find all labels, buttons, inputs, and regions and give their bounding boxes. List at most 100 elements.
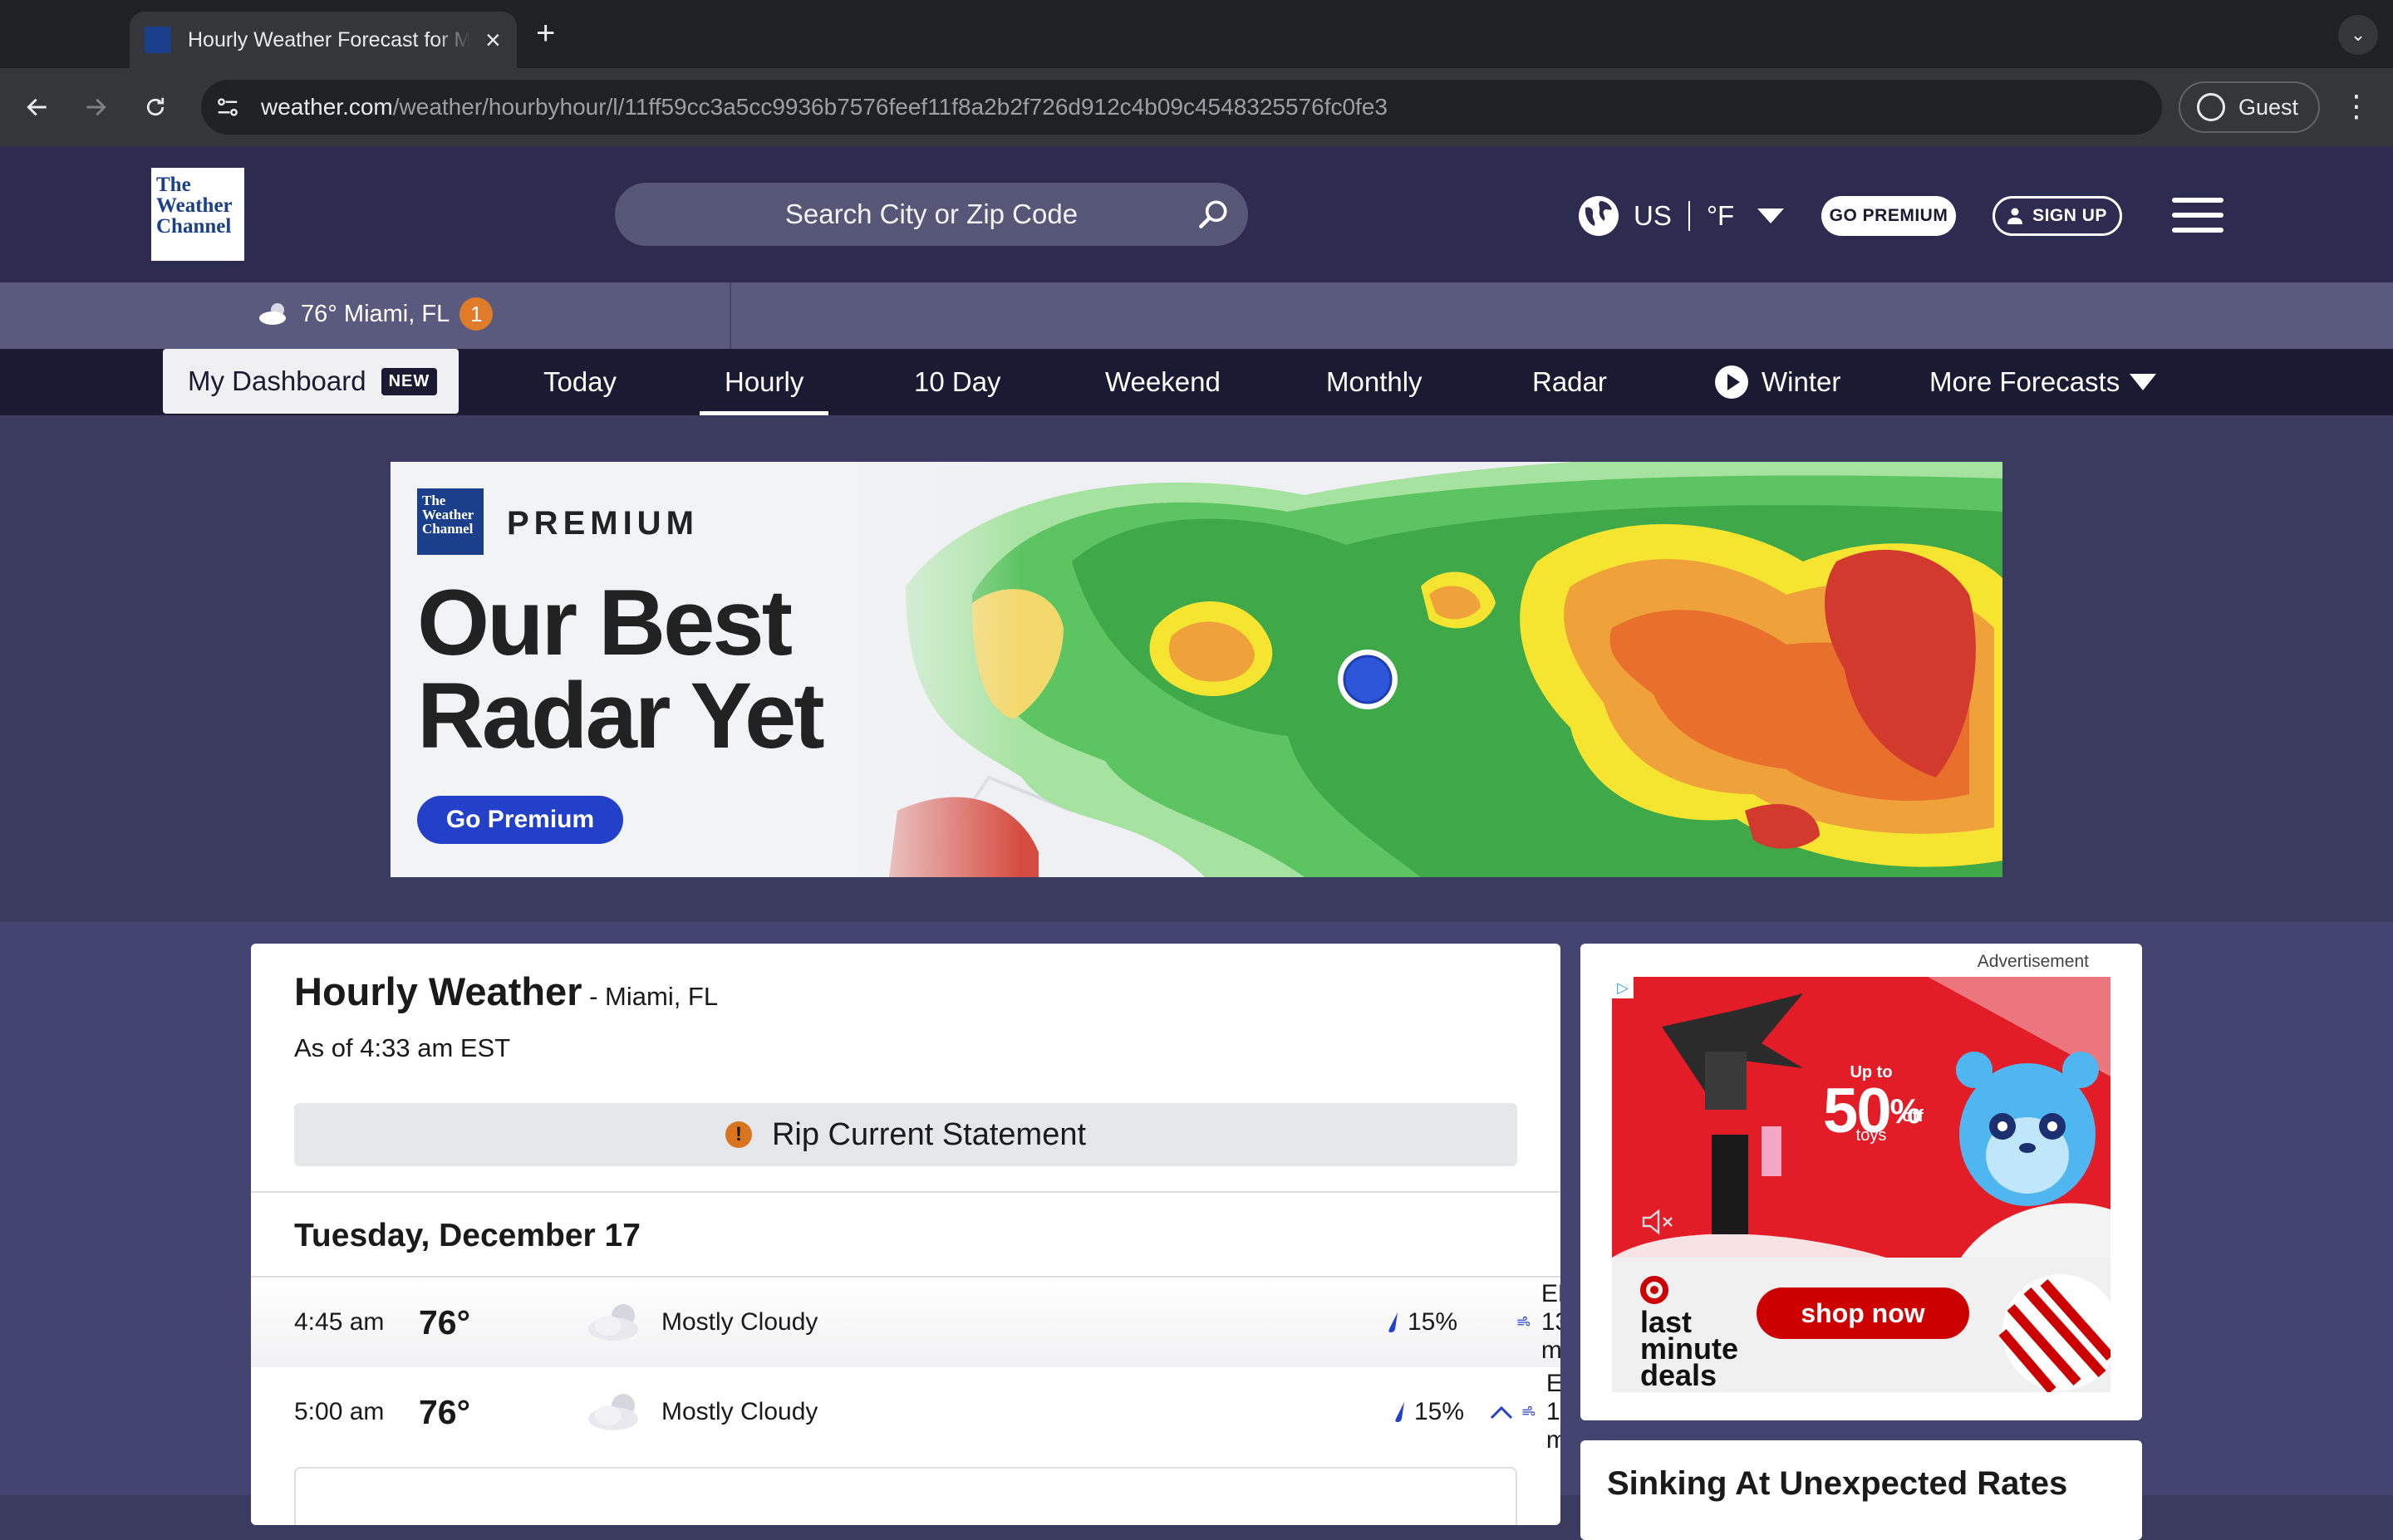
banner-premium-label: PREMIUM [507, 505, 699, 542]
banner-headline: Our Best Radar Yet [417, 571, 825, 763]
back-arrow-icon[interactable] [17, 86, 58, 128]
locale-divider [1688, 201, 1690, 231]
nav-weekend[interactable]: Weekend [1105, 349, 1221, 415]
target-logo-icon [1640, 1276, 1668, 1304]
mostly-cloudy-icon [588, 1394, 638, 1430]
alert-label: Rip Current Statement [771, 1116, 1087, 1152]
mostly-cloudy-night-icon [259, 303, 286, 325]
browser-tab-active[interactable]: Hourly Weather Forecast for Miami, FL × [130, 12, 517, 68]
browser-tabstrip: Hourly Weather Forecast for Miami, FL × … [0, 0, 2393, 68]
advertisement-card: Advertisement ▷ Up to 50% off toys last … [1580, 944, 2142, 1420]
site-info-tune-icon[interactable] [211, 91, 244, 124]
person-icon [2007, 208, 2023, 224]
warning-icon: ! [725, 1121, 752, 1148]
current-temp: 76° [301, 300, 337, 327]
nav-winter-label: Winter [1762, 366, 1841, 397]
sign-up-button[interactable]: SIGN UP [1993, 196, 2122, 236]
ad-image-area: ▷ Up to 50% off toys [1612, 977, 2110, 1258]
sign-up-label: SIGN UP [2032, 206, 2107, 225]
my-dashboard-button[interactable]: My Dashboard NEW [163, 349, 459, 414]
raindrop-icon [1395, 1402, 1404, 1422]
nav-more-forecasts-label: More Forecasts [1929, 366, 2120, 397]
chevron-up-icon[interactable] [1489, 1404, 1514, 1420]
muted-speaker-icon[interactable] [1640, 1208, 1673, 1236]
row-wind-value: ENE 13 mph [1545, 1370, 1560, 1454]
nav-radar[interactable]: Radar [1532, 349, 1607, 415]
as-of-timestamp: As of 4:33 am EST [294, 1033, 511, 1062]
banner-logo-line-3: Channel [422, 521, 474, 537]
premium-radar-banner[interactable]: The Weather Channel PREMIUM Our Best Rad… [391, 462, 2002, 877]
weather-channel-favicon-icon [145, 27, 171, 53]
ad-offer: Up to 50% off toys [1805, 1063, 1938, 1145]
target-toys-ad[interactable]: ▷ Up to 50% off toys last minute deals s… [1612, 977, 2110, 1392]
tab-title: Hourly Weather Forecast for Miami, FL [188, 27, 470, 51]
weather-channel-logo[interactable]: The Weather Channel [151, 168, 244, 261]
adchoices-icon[interactable]: ▷ [1612, 977, 1634, 998]
forward-arrow-icon[interactable] [75, 86, 116, 128]
logo-line-1: The [156, 174, 191, 196]
profile-guest-button[interactable]: Guest [2179, 81, 2320, 133]
go-premium-button[interactable]: GO PREMIUM [1821, 196, 1956, 236]
wind-icon [1522, 1405, 1535, 1416]
close-tab-icon[interactable]: × [485, 27, 501, 53]
banner-go-premium-button[interactable]: Go Premium [417, 796, 623, 844]
nav-today[interactable]: Today [543, 349, 617, 415]
alert-count-badge[interactable]: 1 [459, 297, 494, 331]
sidebar-story-card[interactable]: Sinking At Unexpected Rates [1580, 1440, 2142, 1540]
profile-avatar-icon [2197, 93, 2225, 121]
banner-headline-line-1: Our Best [417, 571, 793, 674]
browser-menu-kebab-icon[interactable]: ⋮ [2341, 90, 2371, 123]
region-label: US [1634, 200, 1672, 231]
nav-hourly[interactable]: Hourly [700, 349, 829, 415]
current-conditions[interactable]: 76° Miami, FL 1 [258, 297, 494, 331]
wind-icon [1517, 1316, 1530, 1327]
row-time: 5:00 am [294, 1398, 385, 1425]
row-precip-value: 15% [1414, 1398, 1465, 1425]
banner-logo: The Weather Channel [417, 488, 484, 555]
tab-search-chevron-icon[interactable]: ⌄ [2338, 15, 2378, 55]
globe-icon [1579, 196, 1619, 236]
row-temp: 76° [419, 1392, 471, 1431]
hourly-row[interactable]: 5:00 am 76° Mostly Cloudy 15% ENE 13 mph [251, 1367, 1560, 1457]
banner-text-panel: The Weather Channel PREMIUM Our Best Rad… [391, 462, 1022, 877]
forecast-nav: My Dashboard NEW Today Hourly 10 Day Wee… [0, 349, 2393, 415]
search-input[interactable] [615, 183, 1248, 246]
raindrop-icon [1388, 1312, 1398, 1332]
profile-label: Guest [2238, 94, 2299, 120]
caret-down-icon [2130, 374, 2157, 390]
browser-toolbar: weather.com/weather/hourbyhour/l/11ff59c… [0, 68, 2393, 146]
url-domain: weather.com [261, 94, 393, 120]
banner-logo-line-2: Weather [422, 507, 474, 522]
row-wind: ENE 13 mph [1522, 1370, 1560, 1454]
address-bar[interactable]: weather.com/weather/hourbyhour/l/11ff59c… [201, 80, 2162, 135]
dashboard-label: My Dashboard [188, 365, 366, 396]
nav-10-day[interactable]: 10 Day [914, 349, 1001, 415]
hourly-weather-card: Hourly Weather - Miami, FL As of 4:33 am… [251, 944, 1560, 1525]
play-icon [1715, 365, 1748, 399]
advertisement-label: Advertisement [1977, 952, 2089, 971]
hamburger-menu-icon[interactable] [2172, 198, 2223, 233]
nav-winter[interactable]: Winter [1715, 349, 1840, 415]
search-icon[interactable] [1195, 196, 1231, 233]
row-precip: 15% [1394, 1398, 1464, 1426]
new-tab-plus-icon[interactable]: + [536, 15, 555, 51]
hourly-row[interactable]: 4:45 am 76° Mostly Cloudy 15% ENE 13 mph [251, 1278, 1560, 1367]
row-temp: 76° [419, 1302, 471, 1341]
current-conditions-strip: 76° Miami, FL 1 [0, 282, 2393, 349]
locale-selector[interactable]: US °F [1579, 196, 1785, 236]
current-location: Miami, FL [343, 300, 450, 327]
nav-monthly[interactable]: Monthly [1326, 349, 1423, 415]
row-wind: ENE 13 mph [1517, 1280, 1560, 1365]
reload-icon[interactable] [135, 86, 176, 128]
logo-line-2: Weather [156, 194, 233, 217]
url-path: /weather/hourbyhour/l/11ff59cc3a5cc9936b… [392, 94, 1388, 120]
nav-more-forecasts[interactable]: More Forecasts [1929, 349, 2157, 415]
hourly-title-location: - Miami, FL [582, 982, 719, 1011]
hourly-title-main: Hourly Weather [294, 969, 582, 1013]
ad-deals-line-3: deals [1640, 1358, 1717, 1392]
day-heading: Tuesday, December 17 [294, 1218, 641, 1253]
rip-current-alert-button[interactable]: ! Rip Current Statement [294, 1103, 1517, 1166]
row-condition: Mostly Cloudy [661, 1308, 818, 1336]
ad-shop-now-button[interactable]: shop now [1757, 1287, 1969, 1339]
url-text: weather.com/weather/hourbyhour/l/11ff59c… [261, 94, 1388, 120]
